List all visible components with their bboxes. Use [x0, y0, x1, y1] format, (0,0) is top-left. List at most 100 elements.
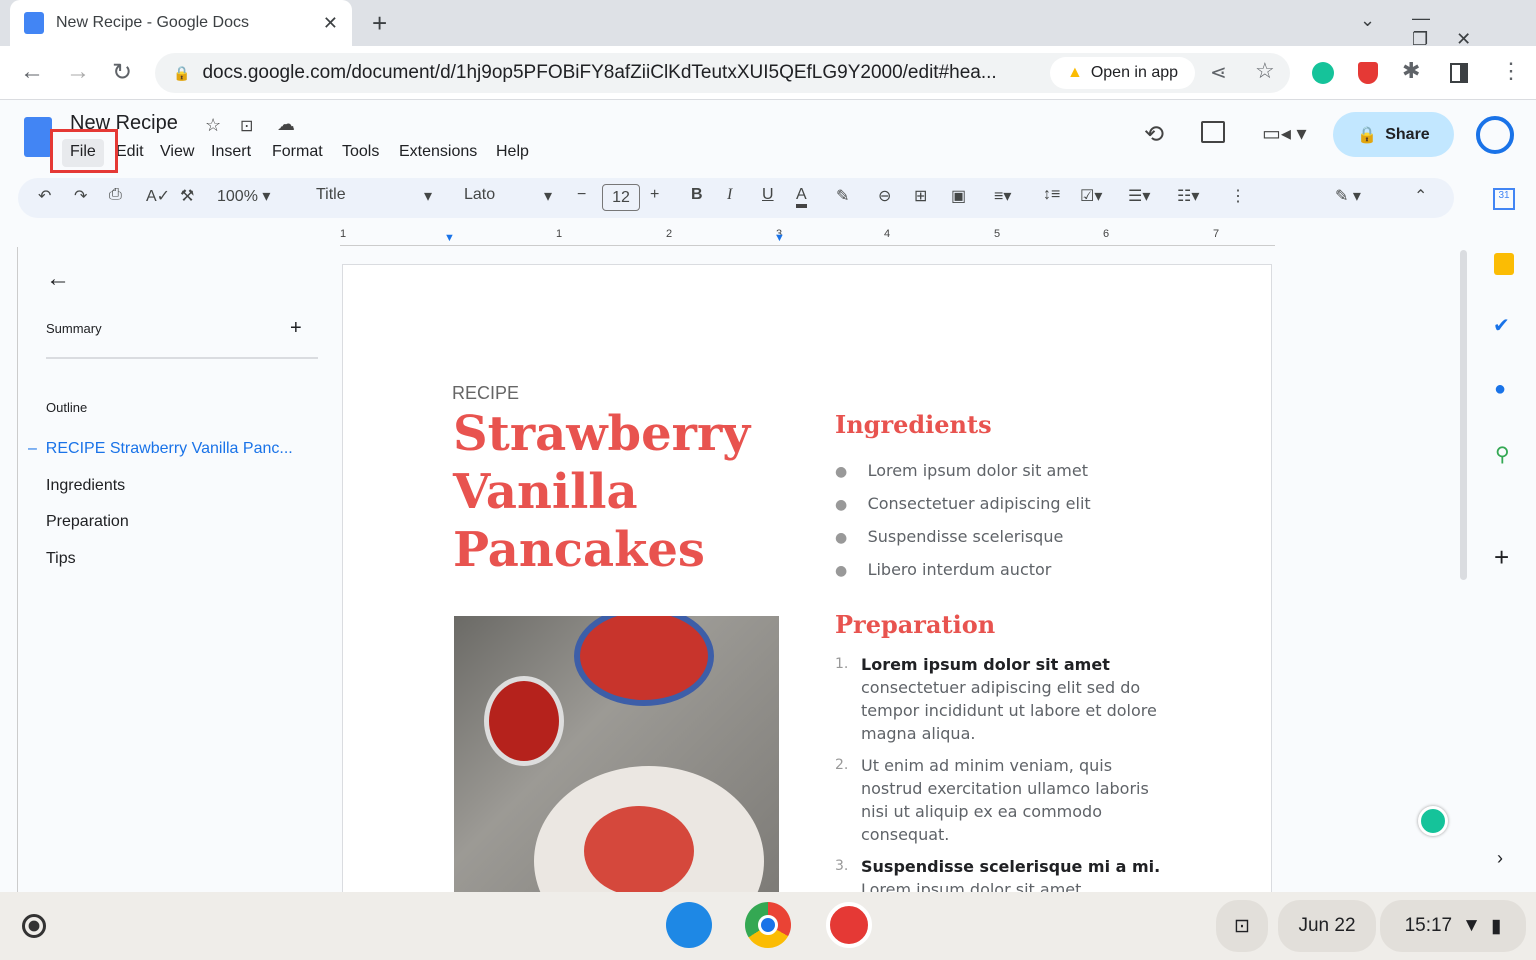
step-number: 1.: [835, 656, 849, 672]
align-icon[interactable]: ≡▾: [994, 186, 1011, 206]
scrollbar[interactable]: [1460, 250, 1467, 580]
ingredient-item: ● Consectetuer adipiscing elit: [835, 494, 1091, 513]
bookmark-star-icon[interactable]: ☆: [1255, 58, 1275, 84]
font-size-input[interactable]: 12: [602, 184, 640, 211]
document-page[interactable]: RECIPE Strawberry Vanilla Pancakes Ingre…: [342, 264, 1272, 945]
lock-icon: 🔒: [1357, 126, 1378, 144]
maps-icon[interactable]: ⚲: [1495, 442, 1510, 467]
status-tray[interactable]: 15:17 ▼ ▮: [1380, 900, 1526, 952]
add-comment-icon[interactable]: ⊞: [914, 186, 927, 206]
add-on-plus-icon[interactable]: +: [1494, 542, 1509, 573]
tasks-icon[interactable]: ✔: [1493, 313, 1510, 338]
outline-item-title[interactable]: – RECIPE Strawberry Vanilla Panc...: [28, 440, 293, 458]
decrease-font-size-button[interactable]: −: [577, 186, 586, 204]
title-line: Strawberry: [453, 406, 751, 462]
account-avatar[interactable]: [1476, 116, 1514, 154]
extensions-puzzle-icon[interactable]: ✱: [1402, 58, 1420, 84]
window-controls[interactable]: —❐✕: [1412, 8, 1536, 50]
open-in-app-button[interactable]: ▲ Open in app: [1050, 57, 1195, 89]
menu-extensions[interactable]: Extensions: [399, 143, 477, 161]
indent-marker-icon[interactable]: ▼: [444, 232, 455, 244]
outline-item-preparation[interactable]: Preparation: [46, 513, 129, 531]
paint-format-icon[interactable]: ⚒: [180, 186, 194, 206]
youtube-music-icon[interactable]: [826, 902, 872, 948]
add-summary-icon[interactable]: +: [290, 317, 302, 340]
highlight-icon[interactable]: ✎: [836, 186, 849, 206]
grammarly-icon[interactable]: [1418, 806, 1448, 836]
italic-icon[interactable]: I: [727, 186, 732, 204]
undo-icon[interactable]: ↶: [38, 186, 51, 206]
close-outline-arrow-icon[interactable]: ←: [46, 265, 70, 293]
calendar-icon[interactable]: 31: [1493, 188, 1515, 210]
star-icon[interactable]: ☆: [205, 115, 221, 136]
browser-menu-icon[interactable]: ⋮: [1500, 58, 1522, 84]
close-tab-icon[interactable]: ✕: [323, 13, 338, 34]
comments-icon[interactable]: [1201, 121, 1225, 143]
tab-search-icon[interactable]: ⌄: [1360, 10, 1375, 31]
tab-stop-icon[interactable]: ▼: [774, 232, 785, 244]
version-history-icon[interactable]: ⟲: [1144, 120, 1164, 149]
meet-icon[interactable]: ▭◂ ▾: [1262, 121, 1307, 146]
spellcheck-icon[interactable]: A✓: [146, 186, 170, 206]
print-icon[interactable]: ⎙: [109, 186, 122, 204]
ruler[interactable]: 1 1 2 3 4 5 6 7 ▼ ▼: [340, 228, 1275, 246]
outline-item-ingredients[interactable]: Ingredients: [46, 477, 125, 495]
menu-tools[interactable]: Tools: [342, 143, 379, 161]
drive-icon: ▲: [1066, 64, 1083, 81]
checklist-icon[interactable]: ☑▾: [1080, 186, 1102, 206]
line-spacing-icon[interactable]: ↕≡: [1043, 186, 1060, 204]
share-page-icon[interactable]: ⋖: [1210, 60, 1227, 85]
strawberry-bowl: [574, 616, 714, 706]
shield-extension-icon[interactable]: [1358, 62, 1378, 84]
share-button[interactable]: 🔒 Share: [1333, 112, 1454, 157]
reload-icon[interactable]: ↻: [112, 58, 132, 87]
recipe-label: RECIPE: [452, 383, 520, 403]
title-line: Vanilla: [453, 464, 638, 520]
files-app-icon[interactable]: [666, 902, 712, 948]
ingredient-text: Lorem ipsum dolor sit amet: [867, 461, 1088, 480]
highlight-box: [50, 129, 118, 173]
contacts-icon[interactable]: ●: [1494, 378, 1506, 401]
font-select[interactable]: Lato ▾: [464, 186, 552, 206]
move-folder-icon[interactable]: ⊡: [240, 116, 253, 136]
launcher-icon[interactable]: [22, 914, 46, 938]
url-text: docs.google.com/document/d/1hj9op5PFOBiF…: [202, 62, 997, 83]
share-label: Share: [1385, 125, 1430, 143]
zoom-select[interactable]: 100% ▾: [217, 186, 270, 206]
clock: 15:17: [1404, 915, 1453, 936]
underline-icon[interactable]: U: [762, 186, 774, 204]
bulleted-list-icon[interactable]: ☰▾: [1128, 186, 1150, 206]
date-display[interactable]: Jun 22: [1278, 900, 1376, 952]
link-icon[interactable]: ⊖: [878, 186, 891, 206]
back-icon[interactable]: ←: [20, 58, 44, 86]
menu-edit[interactable]: Edit: [116, 143, 144, 161]
docs-logo-icon[interactable]: [24, 117, 52, 157]
insert-image-icon[interactable]: ▣: [951, 186, 966, 206]
style-select[interactable]: Title ▾: [316, 186, 432, 206]
lock-icon: 🔒: [173, 64, 191, 81]
menu-view[interactable]: View: [160, 143, 194, 161]
numbered-list-icon[interactable]: ☷▾: [1177, 186, 1199, 206]
menu-format[interactable]: Format: [272, 143, 323, 161]
menu-insert[interactable]: Insert: [211, 143, 251, 161]
browser-tab[interactable]: New Recipe - Google Docs ✕: [10, 0, 352, 46]
more-icon[interactable]: ⋮: [1230, 186, 1246, 206]
text-color-icon[interactable]: A: [796, 186, 807, 208]
side-panel-icon[interactable]: [1450, 63, 1468, 83]
redo-icon[interactable]: ↷: [74, 186, 87, 206]
menu-help[interactable]: Help: [496, 143, 529, 161]
pancakes-photo[interactable]: [454, 616, 779, 906]
keep-icon[interactable]: [1494, 253, 1514, 275]
bold-icon[interactable]: B: [691, 186, 703, 204]
forward-icon[interactable]: →: [66, 58, 90, 86]
holding-space-icon[interactable]: ⊡: [1216, 900, 1268, 952]
chrome-app-icon[interactable]: [745, 902, 791, 948]
grammarly-extension-icon[interactable]: [1312, 62, 1334, 84]
editing-mode-icon[interactable]: ✎ ▾: [1335, 186, 1361, 206]
expand-side-panel-icon[interactable]: ›: [1497, 848, 1503, 869]
collapse-menus-icon[interactable]: ⌃: [1414, 186, 1427, 206]
outline-item-tips[interactable]: Tips: [46, 550, 76, 568]
new-tab-button[interactable]: +: [372, 8, 387, 39]
ingredient-item: ● Suspendisse scelerisque: [835, 527, 1064, 546]
increase-font-size-button[interactable]: +: [650, 186, 659, 204]
